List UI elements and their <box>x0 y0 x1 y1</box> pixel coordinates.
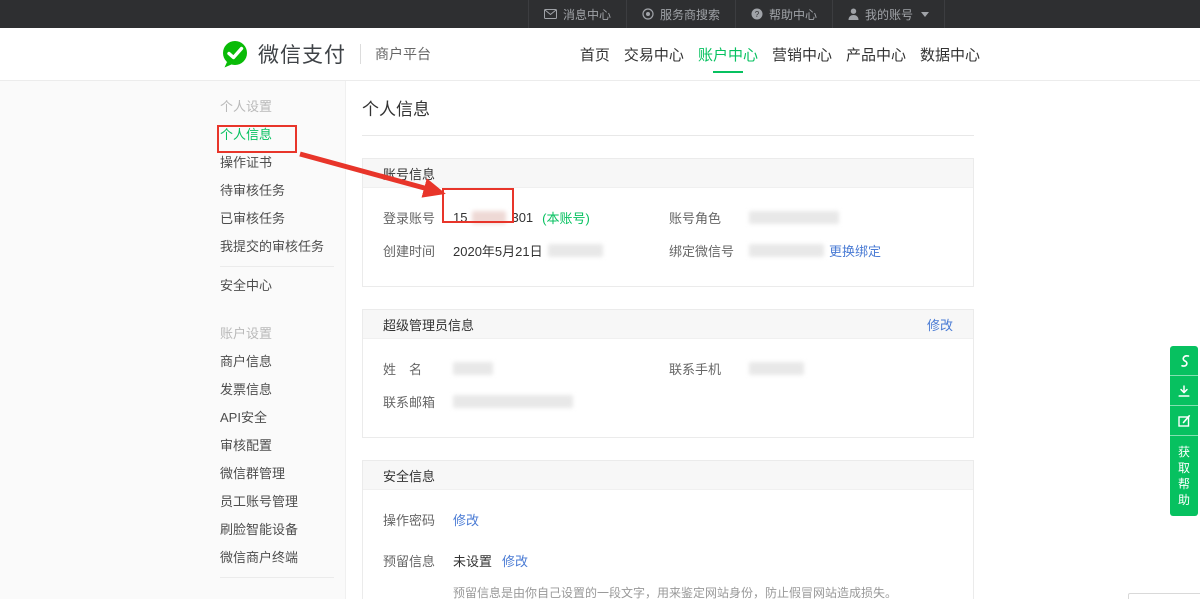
nav-account-center[interactable]: 账户中心 <box>698 28 758 80</box>
wechat-pay-logo-icon <box>220 39 250 69</box>
created-time-label: 创建时间 <box>383 241 453 260</box>
topbar: 消息中心 服务商搜索 ? 帮助中心 我的账号 <box>0 0 1200 28</box>
login-account-label: 登录账号 <box>383 208 453 227</box>
edit-admin-link[interactable]: 修改 <box>927 315 953 334</box>
sidebar-item-pending-review-tasks[interactable]: 待审核任务 <box>220 177 346 205</box>
sidebar: 个人设置 个人信息 操作证书 待审核任务 已审核任务 我提交的审核任务 安全中心… <box>220 93 346 583</box>
current-account-tag: (本账号) <box>542 208 590 227</box>
platform-name: 商户平台 <box>375 44 431 64</box>
change-binding-link[interactable]: 更换绑定 <box>829 241 881 260</box>
page-body: 个人设置 个人信息 操作证书 待审核任务 已审核任务 我提交的审核任务 安全中心… <box>0 81 1200 599</box>
section-title: 安全信息 <box>383 466 435 485</box>
created-time-value: 2020年5月21日 <box>453 241 543 260</box>
reserve-info-description: 预留信息是由你自己设置的一段文字，用来鉴定网站身份，防止假冒网站造成损失。 配置… <box>453 584 953 599</box>
redacted-login-digits <box>472 211 506 224</box>
sidebar-item-wechat-group-management[interactable]: 微信群管理 <box>220 460 346 488</box>
page-title: 个人信息 <box>362 95 974 136</box>
message-icon <box>544 9 557 19</box>
sidebar-item-face-smart-device[interactable]: 刷脸智能设备 <box>220 516 346 544</box>
main-content: 个人信息 账号信息 登录账号 15 301 (本账号) <box>362 95 974 599</box>
account-role-label: 账号角色 <box>669 208 749 227</box>
help-icon: ? <box>751 8 763 20</box>
operation-password-label: 操作密码 <box>383 510 453 529</box>
feedback-button[interactable] <box>1170 406 1198 436</box>
description-line: 预留信息是由你自己设置的一段文字，用来鉴定网站身份，防止假冒网站造成损失。 <box>453 584 953 599</box>
user-icon <box>848 8 859 20</box>
download-icon <box>1177 384 1191 398</box>
sidebar-item-personal-info[interactable]: 个人信息 <box>220 121 346 149</box>
sidebar-divider <box>220 266 334 267</box>
bound-wechat-label: 绑定微信号 <box>669 241 749 260</box>
section-account-info: 账号信息 登录账号 15 301 (本账号) 账号角色 <box>362 158 974 287</box>
edit-icon <box>1177 414 1191 428</box>
chevron-down-icon <box>921 12 929 17</box>
sidebar-item-operation-certificate[interactable]: 操作证书 <box>220 149 346 177</box>
sidebar-item-invoice-info[interactable]: 发票信息 <box>220 376 346 404</box>
contact-phone-label: 联系手机 <box>669 359 749 378</box>
sidebar-item-merchant-info[interactable]: 商户信息 <box>220 348 346 376</box>
section-title: 账号信息 <box>383 164 435 183</box>
nav-home[interactable]: 首页 <box>580 28 610 80</box>
edit-reserve-info-link[interactable]: 修改 <box>502 551 528 570</box>
svg-text:?: ? <box>755 10 760 19</box>
nav-product-center[interactable]: 产品中心 <box>846 28 906 80</box>
sidebar-item-security-center[interactable]: 安全中心 <box>220 272 346 300</box>
floating-help-bar: 获取帮助 <box>1170 346 1198 516</box>
topbar-item-label: 消息中心 <box>563 6 611 23</box>
contact-email-label: 联系邮箱 <box>383 392 453 411</box>
reserve-info-label: 预留信息 <box>383 551 453 570</box>
sidebar-item-wechat-merchant-terminal[interactable]: 微信商户终端 <box>220 544 346 572</box>
main-nav: 首页 交易中心 账户中心 营销中心 产品中心 数据中心 <box>580 28 980 80</box>
login-account-suffix: 301 <box>511 210 533 225</box>
section-admin-info: 超级管理员信息 修改 姓 名 联系手机 联系邮箱 <box>362 309 974 438</box>
admin-name-label: 姓 名 <box>383 359 453 378</box>
nav-marketing-center[interactable]: 营销中心 <box>772 28 832 80</box>
date-tooltip: 2020年5月22日 <box>1128 593 1200 599</box>
edit-password-link[interactable]: 修改 <box>453 510 479 529</box>
hotline-button[interactable] <box>1170 346 1198 376</box>
sidebar-item-reviewed-tasks[interactable]: 已审核任务 <box>220 205 346 233</box>
sidebar-divider <box>220 577 334 578</box>
login-account-value: 15 301 (本账号) <box>453 208 590 227</box>
nav-data-center[interactable]: 数据中心 <box>920 28 980 80</box>
redacted-created-time <box>548 244 603 257</box>
section-security-info: 安全信息 操作密码 修改 预留信息 未设置 <box>362 460 974 599</box>
topbar-item-my-account[interactable]: 我的账号 <box>832 0 945 28</box>
link-icon <box>1178 354 1191 368</box>
nav-transaction-center[interactable]: 交易中心 <box>624 28 684 80</box>
topbar-item-label: 帮助中心 <box>769 6 817 23</box>
redacted-admin-name <box>453 362 493 375</box>
sidebar-item-api-security[interactable]: API安全 <box>220 404 346 432</box>
topbar-item-message-center[interactable]: 消息中心 <box>528 0 626 28</box>
download-button[interactable] <box>1170 376 1198 406</box>
sidebar-group-account-settings: 账户设置 <box>220 320 346 348</box>
header-divider <box>360 44 361 64</box>
reserve-info-value: 未设置 <box>453 551 492 570</box>
redacted-contact-email <box>453 395 573 408</box>
login-account-prefix: 15 <box>453 210 467 225</box>
section-title: 超级管理员信息 <box>383 315 474 334</box>
sidebar-item-staff-account-management[interactable]: 员工账号管理 <box>220 488 346 516</box>
brand-name: 微信支付 <box>258 39 346 69</box>
search-icon <box>642 8 654 20</box>
redacted-wechat-id <box>749 244 824 257</box>
redacted-account-role <box>749 211 839 224</box>
sidebar-group-personal-settings: 个人设置 <box>220 93 346 121</box>
topbar-item-provider-search[interactable]: 服务商搜索 <box>626 0 735 28</box>
wechat-pay-logo <box>220 39 250 69</box>
topbar-item-help-center[interactable]: ? 帮助中心 <box>735 0 832 28</box>
sidebar-item-review-config[interactable]: 审核配置 <box>220 432 346 460</box>
get-help-button[interactable]: 获取帮助 <box>1170 436 1198 516</box>
sidebar-item-my-submitted-tasks[interactable]: 我提交的审核任务 <box>220 233 346 261</box>
header: 微信支付 商户平台 首页 交易中心 账户中心 营销中心 产品中心 数据中心 <box>0 28 1200 81</box>
redacted-contact-phone <box>749 362 804 375</box>
topbar-item-label: 服务商搜索 <box>660 6 720 23</box>
topbar-item-label: 我的账号 <box>865 6 913 23</box>
